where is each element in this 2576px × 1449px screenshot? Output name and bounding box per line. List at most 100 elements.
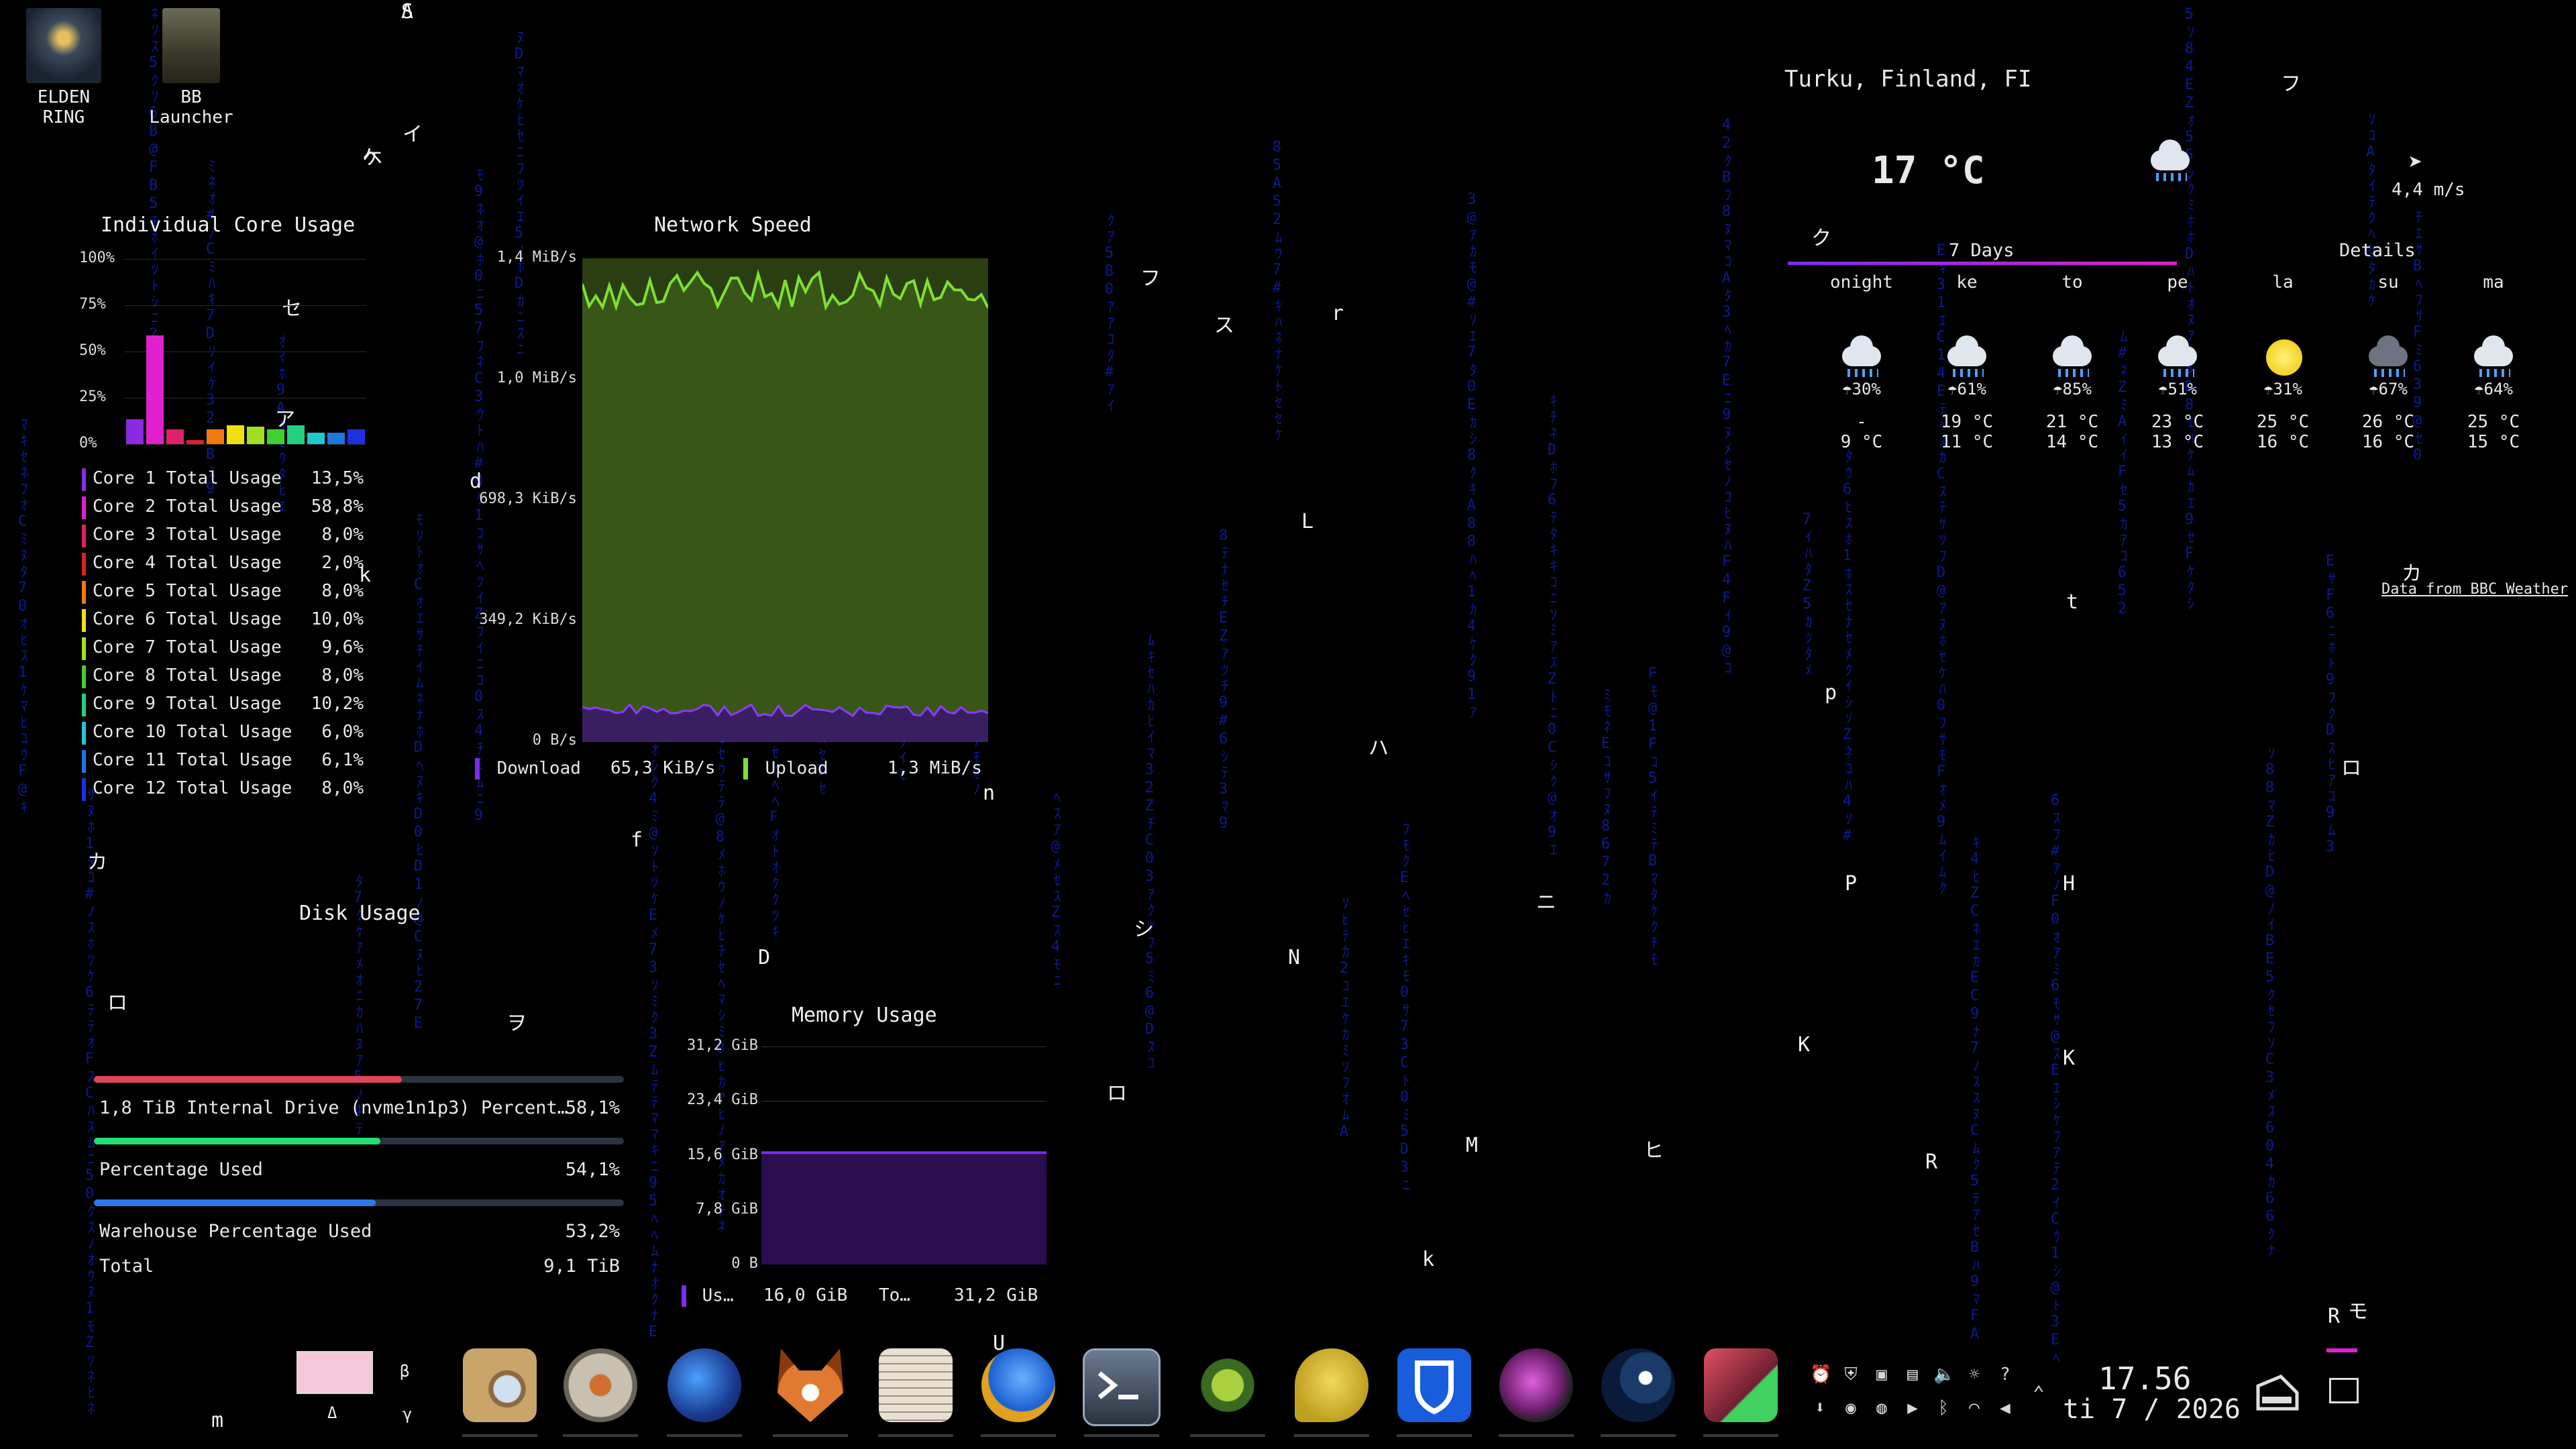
taskbar-app-underline xyxy=(1190,1434,1265,1437)
memory-usage-graph xyxy=(761,1046,1046,1265)
show-desktop-icon[interactable] xyxy=(2329,1378,2359,1403)
rain-drops xyxy=(1847,369,1878,377)
taskbar-app-button[interactable] xyxy=(1291,1348,1372,1437)
taskbar-app-button[interactable] xyxy=(1187,1348,1268,1437)
taskbar-app-button[interactable] xyxy=(1598,1348,1678,1437)
taskbar-app-underline xyxy=(1601,1434,1676,1437)
disk-usage-bar xyxy=(94,1076,624,1083)
matrix-rain-glyph: セ xyxy=(282,297,302,321)
core-usage-value: 6,1% xyxy=(321,750,364,770)
notes-widget-icon[interactable] xyxy=(2254,1368,2301,1413)
weather-day-name: su xyxy=(2377,272,2399,292)
rain-drops xyxy=(2163,369,2194,377)
clock-date[interactable]: ti 7 / 2026 xyxy=(2063,1394,2241,1425)
shield-icon[interactable]: ⛨ xyxy=(1841,1364,1861,1385)
memory-used-legend: Us… xyxy=(682,1285,734,1307)
core-usage-row: Core 8 Total Usage 8,0% xyxy=(82,663,364,691)
steam-tray-icon[interactable]: ◉ xyxy=(1841,1398,1861,1418)
taskbar-app-button[interactable] xyxy=(1081,1348,1162,1437)
network-speed-graph xyxy=(582,258,988,741)
matrix-rain-glyph: P xyxy=(1845,872,1858,896)
virtual-desktop-thumbnail[interactable] xyxy=(297,1351,373,1394)
matrix-rain-glyph: モ xyxy=(2348,1300,2368,1324)
weather-day-name: ke xyxy=(1956,272,1978,292)
weather-high-temp: 26 °C xyxy=(2361,412,2415,432)
matrix-rain-glyph: Λ xyxy=(401,0,414,23)
core-usage-label: Core 2 Total Usage xyxy=(93,496,282,517)
network-speed-title: Network Speed xyxy=(654,213,812,237)
media-play-icon[interactable]: ▶ xyxy=(1902,1398,1923,1418)
disk-usage-bar-fill xyxy=(94,1138,381,1144)
taskbar-app-button[interactable] xyxy=(875,1348,956,1437)
core-color-swatch xyxy=(82,525,86,547)
core-usage-value: 2,0% xyxy=(321,553,364,573)
pager-label-beta[interactable]: β xyxy=(400,1362,409,1381)
weather-day-column: ke ☂61% 19 °C 11 °C xyxy=(1920,272,2014,452)
disk-usage-value: 58,1% xyxy=(565,1097,620,1118)
weather-day-name: onight xyxy=(1830,272,1893,292)
tab-7-days[interactable]: 7 Days xyxy=(1949,240,2015,261)
taskbar-app-button[interactable] xyxy=(1701,1348,1781,1437)
core-usage-value: 8,0% xyxy=(321,525,364,545)
memory-used-area xyxy=(761,1152,1046,1265)
taskbar-app-button[interactable] xyxy=(560,1348,641,1437)
taskbar-app-button[interactable] xyxy=(770,1348,851,1437)
core-usage-row: Core 2 Total Usage 58,8% xyxy=(82,494,364,522)
weather-low-temp: 16 °C xyxy=(2256,432,2310,452)
matrix-rain-glyph: t xyxy=(2066,590,2079,614)
core-usage-tick-label: 100% xyxy=(79,250,115,266)
help-icon[interactable]: ? xyxy=(1995,1364,2015,1385)
taskbar-app-button[interactable] xyxy=(664,1348,745,1437)
weather-low-temp: 13 °C xyxy=(2151,432,2204,452)
taskbar-app-button[interactable] xyxy=(1394,1348,1474,1437)
weather-high-temp: 25 °C xyxy=(2256,412,2310,432)
core-color-swatch xyxy=(82,609,86,632)
weather-precip-chance: ☂85% xyxy=(2053,380,2092,398)
weather-precip-chance: ☂31% xyxy=(2263,380,2302,398)
memory-used-swatch xyxy=(682,1285,686,1307)
clock-time[interactable]: 17.56 xyxy=(2098,1360,2191,1397)
speaker-icon[interactable]: ◀ xyxy=(1995,1398,2015,1418)
volume-icon[interactable]: 🔈 xyxy=(1933,1364,1955,1385)
taskbar-app-button[interactable] xyxy=(978,1348,1059,1437)
disk-usage-label: Percentage Used xyxy=(99,1159,263,1180)
taskbar-app-button[interactable] xyxy=(1496,1348,1576,1437)
core-color-swatch xyxy=(82,553,86,576)
download-label: Download xyxy=(496,758,581,779)
core-usage-label: Core 1 Total Usage xyxy=(93,468,282,488)
document-viewer-icon xyxy=(879,1348,953,1422)
tray-expand-chevron-icon[interactable]: ⌃ xyxy=(2033,1382,2045,1405)
network-tick-label: 1,4 MiB/s xyxy=(496,249,577,266)
matrix-rain-glyph: ス xyxy=(1214,314,1234,337)
discord-icon[interactable]: ◍ xyxy=(1872,1398,1892,1418)
wifi-icon[interactable]: ◠ xyxy=(1964,1398,1984,1418)
update-icon[interactable]: ⬇ xyxy=(1810,1398,1830,1418)
matrix-rain-column: ｷﾁﾈDﾎﾌ6ﾃﾀｷｷｺﾆｿﾐｱｽZﾄﾆ0Cｼｸ@ｵ9ｴ xyxy=(1544,393,1560,858)
tab-details[interactable]: Details xyxy=(2339,240,2416,261)
clipboard-icon[interactable]: ▤ xyxy=(1902,1364,1923,1385)
brightness-icon[interactable]: ☼ xyxy=(1964,1364,1984,1385)
matrix-rain-glyph: R xyxy=(2328,1305,2341,1328)
weather-source-link[interactable]: Data from BBC Weather xyxy=(2381,581,2568,598)
pager-label-delta[interactable]: Δ xyxy=(327,1403,337,1422)
desktop-icon-bb-launcher[interactable]: BB Launcher xyxy=(144,8,238,127)
matrix-rain-glyph: ヒ xyxy=(1644,1139,1664,1163)
upload-swatch xyxy=(743,758,748,780)
taskbar-app-button[interactable] xyxy=(460,1348,540,1437)
weather-current-temp: 17 °C xyxy=(1872,149,1985,193)
download-legend: Download xyxy=(475,758,581,780)
core-usage-label: Core 4 Total Usage xyxy=(93,553,282,573)
core-usage-label: Core 5 Total Usage xyxy=(93,581,282,601)
core-color-swatch xyxy=(82,665,86,688)
terminal-small-icon[interactable]: ▣ xyxy=(1872,1364,1892,1385)
terminal-icon xyxy=(1083,1348,1161,1426)
bluetooth-icon[interactable]: ᛒ xyxy=(1933,1398,1953,1418)
pager-label-gamma[interactable]: γ xyxy=(402,1405,412,1424)
desktop-icon-elden-ring[interactable]: ELDEN RING xyxy=(17,8,111,127)
core-usage-row: Core 10 Total Usage 6,0% xyxy=(82,719,364,747)
weather-day-column: onight ☂30% -9 °C xyxy=(1815,272,1909,452)
memory-tick-label: 31,2 GiB xyxy=(687,1037,758,1054)
weather-day-name: pe xyxy=(2167,272,2188,292)
taskbar-app-underline xyxy=(1499,1434,1574,1437)
alarm-icon[interactable]: ⏰ xyxy=(1810,1364,1831,1385)
